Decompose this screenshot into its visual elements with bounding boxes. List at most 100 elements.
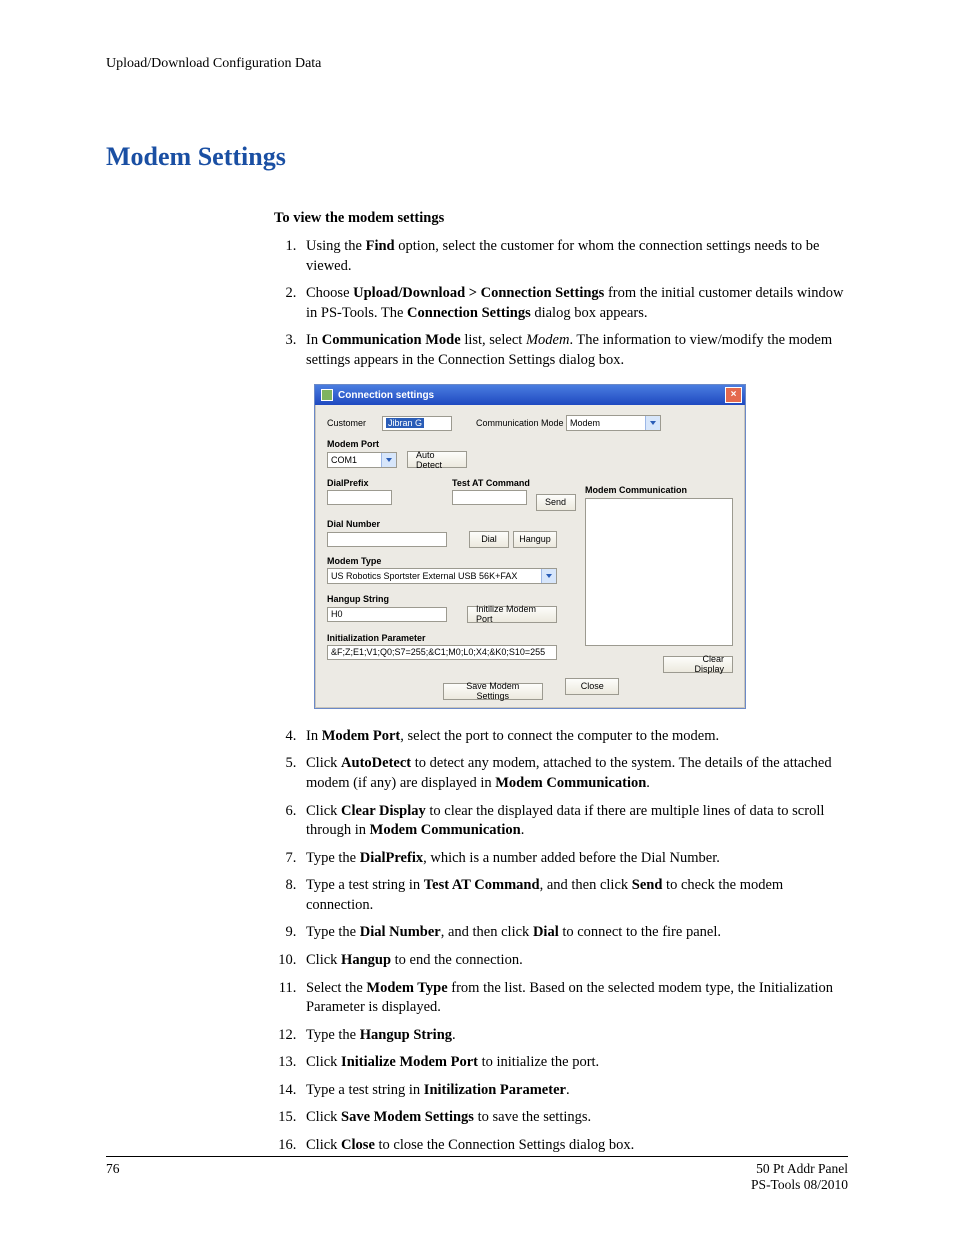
text: to save the settings.: [474, 1109, 591, 1125]
save-modem-settings-button[interactable]: Save Modem Settings: [443, 683, 543, 700]
text: Choose: [306, 285, 353, 301]
hangup-string-input[interactable]: H0: [327, 607, 447, 622]
intro-heading: To view the modem settings: [274, 210, 846, 227]
page-number: 76: [106, 1161, 120, 1193]
section-title: Modem Settings: [106, 142, 848, 172]
text: DialPrefix: [360, 850, 423, 866]
modem-type-select[interactable]: US Robotics Sportster External USB 56K+F…: [327, 568, 557, 584]
text: Connection Settings: [407, 305, 531, 321]
comm-mode-label: Communication Mode: [476, 418, 566, 428]
text: Type the: [306, 924, 360, 940]
text: In: [306, 728, 322, 744]
text: , and then click: [540, 877, 632, 893]
step-8: Type a test string in Test AT Command, a…: [300, 876, 846, 915]
step-14: Type a test string in Initilization Para…: [300, 1081, 846, 1101]
text: Click: [306, 1137, 341, 1153]
step-7: Type the DialPrefix, which is a number a…: [300, 849, 846, 869]
page-footer: 76 50 Pt Addr Panel PS-Tools 08/2010: [106, 1156, 848, 1193]
text: Modem Port: [322, 728, 401, 744]
dialog-titlebar: Connection settings ×: [315, 385, 745, 405]
comm-mode-value: Modem: [570, 418, 600, 428]
text: Dial Number: [360, 924, 441, 940]
auto-detect-button[interactable]: Auto Detect: [407, 451, 467, 468]
text: Hangup String: [360, 1027, 452, 1043]
text: .: [566, 1082, 570, 1098]
text: Click: [306, 1109, 341, 1125]
customer-label: Customer: [327, 418, 382, 428]
text: , and then click: [441, 924, 533, 940]
text: Communication Mode: [322, 332, 461, 348]
clear-display-button[interactable]: Clear Display: [663, 656, 733, 673]
customer-value: Jibran G: [386, 418, 424, 428]
step-6: Click Clear Display to clear the display…: [300, 802, 846, 841]
text: In: [306, 332, 322, 348]
step-10: Click Hangup to end the connection.: [300, 951, 846, 971]
text: Click: [306, 1054, 341, 1070]
comm-mode-select[interactable]: Modem: [566, 415, 661, 431]
chevron-down-icon: [541, 569, 556, 583]
step-11: Select the Modem Type from the list. Bas…: [300, 979, 846, 1018]
dialog-title: Connection settings: [338, 390, 434, 401]
text: Hangup: [341, 952, 391, 968]
dial-button[interactable]: Dial: [469, 531, 509, 548]
text: Click: [306, 952, 341, 968]
step-16: Click Close to close the Connection Sett…: [300, 1136, 846, 1156]
text: .: [521, 822, 525, 838]
text: to end the connection.: [391, 952, 523, 968]
text: Type the: [306, 1027, 360, 1043]
init-modem-port-button[interactable]: Initilize Modem Port: [467, 606, 557, 623]
step-9: Type the Dial Number, and then click Dia…: [300, 923, 846, 943]
text: Dial: [533, 924, 559, 940]
modem-comm-display: [585, 498, 733, 646]
text: , select the port to connect the compute…: [400, 728, 719, 744]
text: Send: [632, 877, 663, 893]
text: dialog box appears.: [531, 305, 648, 321]
text: Modem: [526, 332, 570, 348]
text: .: [452, 1027, 456, 1043]
text: Modem Communication: [495, 775, 646, 791]
step-2: Choose Upload/Download > Connection Sett…: [300, 284, 846, 323]
step-1: Using the Find option, select the custom…: [300, 237, 846, 276]
send-button[interactable]: Send: [536, 494, 576, 511]
text: Type the: [306, 850, 360, 866]
text: Initilization Parameter: [424, 1082, 566, 1098]
test-at-label: Test AT Command: [452, 478, 576, 488]
dial-number-input[interactable]: [327, 532, 447, 547]
init-param-input[interactable]: &F;Z;E1;V1;Q0;S7=255;&C1;M0;L0;X4;&K0;S1…: [327, 645, 557, 660]
text: Type a test string in: [306, 1082, 424, 1098]
dial-prefix-input[interactable]: [327, 490, 392, 505]
text: Modem Type: [366, 980, 447, 996]
chevron-down-icon: [381, 453, 396, 467]
text: Type a test string in: [306, 877, 424, 893]
footer-date: PS-Tools 08/2010: [751, 1177, 848, 1193]
text: to initialize the port.: [478, 1054, 599, 1070]
text: Select the: [306, 980, 366, 996]
text: Find: [366, 238, 395, 254]
text: .: [646, 775, 650, 791]
text: list, select: [461, 332, 526, 348]
text: Using the: [306, 238, 366, 254]
modem-port-value: COM1: [331, 455, 357, 465]
step-5: Click AutoDetect to detect any modem, at…: [300, 754, 846, 793]
chevron-down-icon: [645, 416, 660, 430]
text: Click: [306, 803, 341, 819]
text: Modem Communication: [370, 822, 521, 838]
dialog-icon: [321, 389, 333, 401]
modem-port-select[interactable]: COM1: [327, 452, 397, 468]
text: Click: [306, 755, 341, 771]
hangup-button[interactable]: Hangup: [513, 531, 557, 548]
text: Test AT Command: [424, 877, 540, 893]
running-header: Upload/Download Configuration Data: [106, 56, 848, 72]
step-12: Type the Hangup String.: [300, 1026, 846, 1046]
customer-field[interactable]: Jibran G: [382, 416, 452, 431]
text: to connect to the fire panel.: [559, 924, 721, 940]
dial-prefix-label: DialPrefix: [327, 478, 392, 488]
text: Initialize Modem Port: [341, 1054, 478, 1070]
modem-comm-label: Modem Communication: [585, 485, 733, 495]
step-4: In Modem Port, select the port to connec…: [300, 727, 846, 747]
close-icon[interactable]: ×: [725, 387, 742, 403]
close-button[interactable]: Close: [565, 678, 619, 695]
text: AutoDetect: [341, 755, 411, 771]
test-at-input[interactable]: [452, 490, 527, 505]
text: to close the Connection Settings dialog …: [375, 1137, 634, 1153]
